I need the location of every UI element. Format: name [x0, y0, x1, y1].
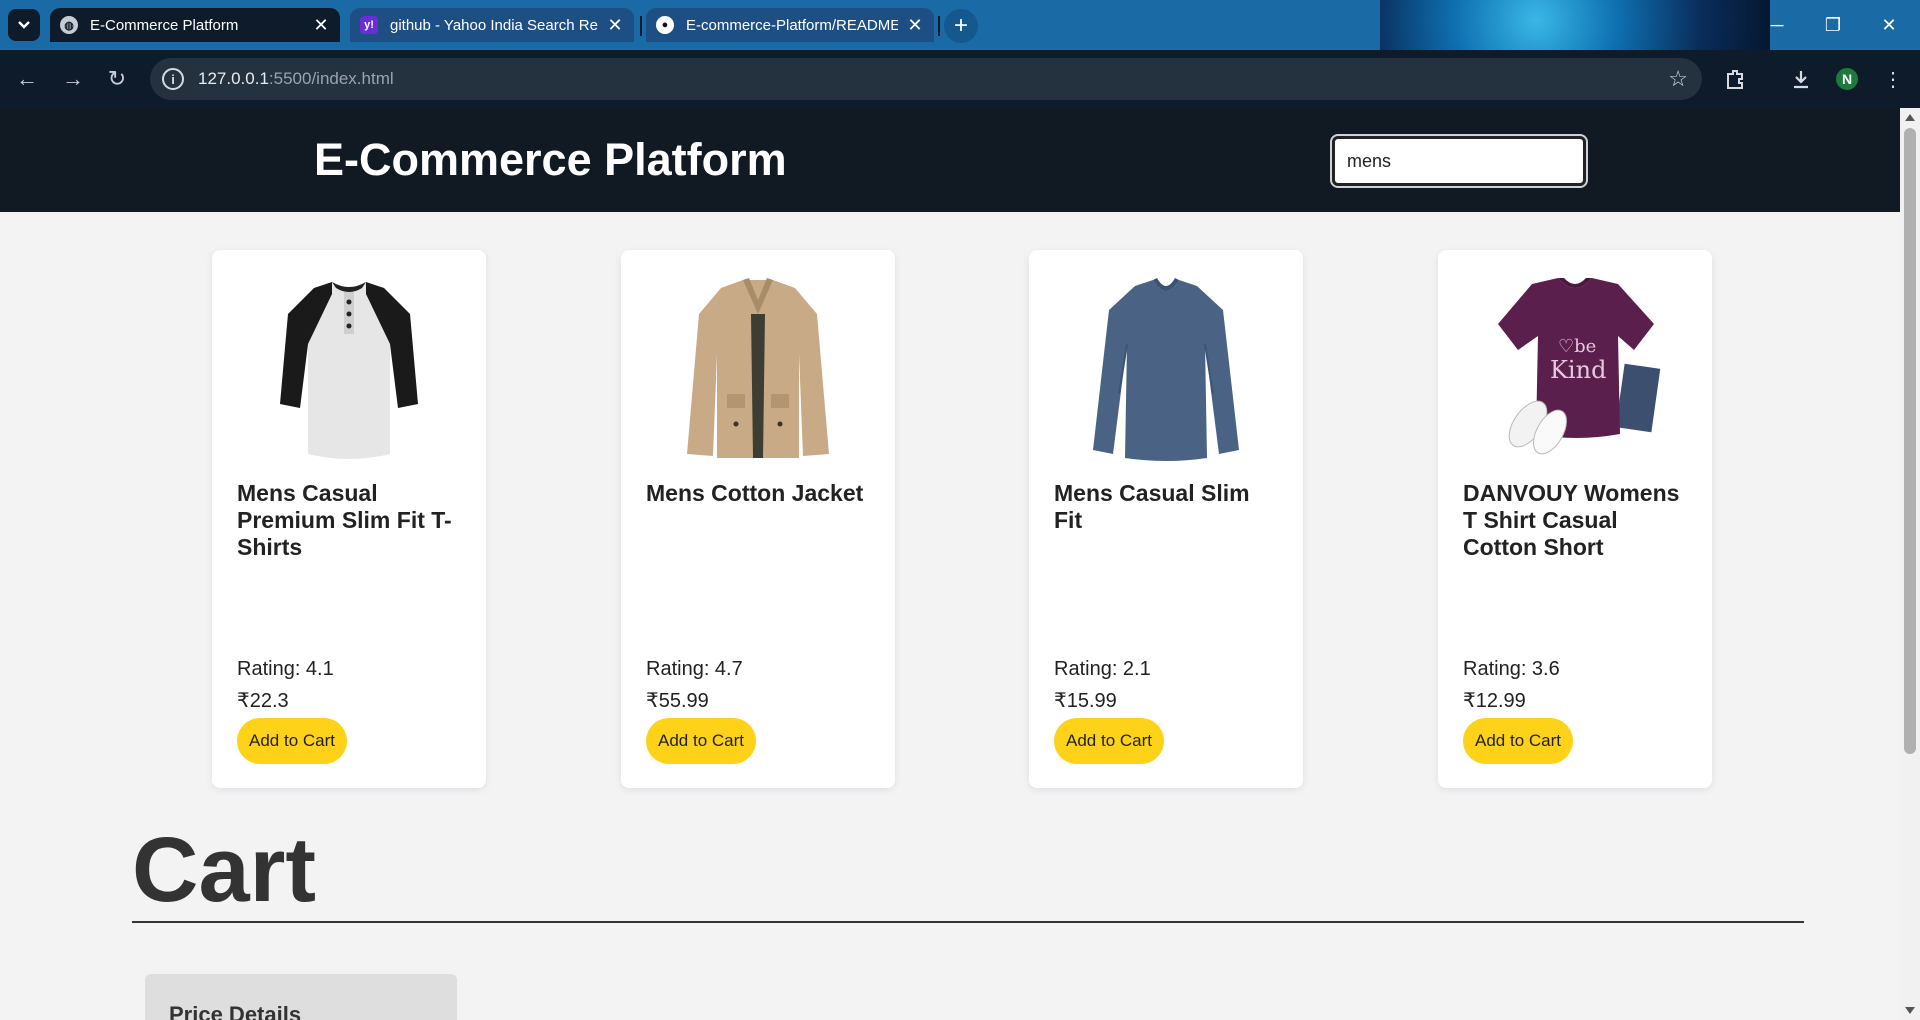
product-price: ₹22.3 [237, 690, 289, 712]
tab-search-button[interactable] [8, 9, 40, 41]
price-details-panel: Price Details [145, 974, 457, 1020]
product-card: ♡be Kind DANVOUY Womens T Shirt Casual C… [1438, 250, 1712, 788]
product-rating: Rating: 2.1 [1054, 658, 1151, 680]
add-to-cart-button[interactable]: Add to Cart [1054, 718, 1164, 764]
product-card: Mens Cotton Jacket Rating: 4.7 ₹55.99 Ad… [621, 250, 895, 788]
add-to-cart-button[interactable]: Add to Cart [646, 718, 756, 764]
cart-heading: Cart [132, 819, 317, 921]
page-viewport: E-Commerce Platform Mens Casual Premium … [0, 108, 1900, 1020]
close-window-icon[interactable]: ✕ [1862, 8, 1916, 42]
tab-separator [938, 16, 940, 36]
site-title: E-Commerce Platform [314, 134, 787, 185]
scrollbar-thumb[interactable] [1904, 128, 1916, 754]
site-info-icon[interactable]: i [162, 68, 184, 90]
download-icon[interactable] [1786, 64, 1816, 94]
scroll-up-arrow-icon[interactable] [1905, 114, 1915, 121]
product-rating: Rating: 4.7 [646, 658, 743, 680]
product-price: ₹55.99 [646, 690, 709, 712]
product-name: Mens Cotton Jacket [646, 480, 864, 506]
product-image-longsleeve-shirt [1093, 278, 1239, 461]
product-name: Mens Casual Premium Slim Fit T-Shirts [237, 480, 452, 560]
reload-icon[interactable]: ↻ [102, 64, 132, 94]
download-arrow-icon [1794, 71, 1808, 89]
browser-tab-bar: ◍ E-Commerce Platform ✕ y! github - Yaho… [0, 0, 1920, 50]
product-rating: Rating: 3.6 [1463, 658, 1560, 680]
cart-divider [132, 921, 1804, 923]
chevron-down-icon [18, 21, 30, 29]
price-details-heading: Price Details [169, 1002, 302, 1020]
theme-background [1380, 0, 1770, 50]
close-tab-icon[interactable]: ✕ [312, 15, 330, 36]
tab-github[interactable]: ● E-commerce-Platform/README ✕ [646, 8, 934, 42]
svg-text:Kind: Kind [1550, 356, 1606, 384]
extensions-icon[interactable] [1720, 64, 1750, 94]
product-image-purple-tshirt: ♡be Kind [1498, 278, 1661, 455]
restore-icon[interactable]: ❐ [1806, 8, 1860, 42]
new-tab-button[interactable]: + [944, 9, 978, 43]
scroll-down-arrow-icon[interactable] [1905, 1007, 1915, 1014]
bookmark-star-icon[interactable]: ☆ [1668, 66, 1688, 92]
browser-toolbar: ← → ↻ i 127.0.0.1:5500/index.html ☆ ⋮ [0, 50, 1920, 108]
profile-avatar[interactable]: N [1834, 66, 1860, 92]
tab-separator [640, 16, 642, 36]
product-price: ₹15.99 [1054, 690, 1117, 712]
globe-icon: ◍ [60, 16, 78, 34]
product-image-raglan-tshirt [280, 282, 418, 459]
menu-kebab-icon[interactable]: ⋮ [1878, 64, 1908, 94]
product-card: Mens Casual Slim Fit Rating: 2.1 ₹15.99 … [1029, 250, 1303, 788]
search-input[interactable] [1330, 134, 1588, 188]
add-to-cart-button[interactable]: Add to Cart [1463, 718, 1573, 764]
product-price: ₹12.99 [1463, 690, 1526, 712]
minimize-icon[interactable]: ─ [1750, 8, 1804, 42]
product-name: Mens Casual Slim Fit [1054, 480, 1250, 533]
tab-yahoo[interactable]: y! github - Yahoo India Search Res ✕ [350, 8, 634, 42]
product-card: Mens Casual Premium Slim Fit T-Shirts Ra… [212, 250, 486, 788]
product-rating: Rating: 4.1 [237, 658, 334, 680]
page-scrollbar[interactable] [1900, 108, 1920, 1020]
forward-icon[interactable]: → [58, 64, 88, 94]
svg-text:♡be: ♡be [1558, 336, 1596, 357]
tab-ecommerce[interactable]: ◍ E-Commerce Platform ✕ [50, 8, 340, 42]
close-tab-icon[interactable]: ✕ [906, 15, 924, 36]
url-text[interactable]: 127.0.0.1:5500/index.html [198, 69, 394, 89]
product-name: DANVOUY Womens T Shirt Casual Cotton Sho… [1463, 480, 1680, 560]
site-header: E-Commerce Platform [0, 108, 1900, 212]
puzzle-icon [1727, 70, 1743, 89]
add-to-cart-button[interactable]: Add to Cart [237, 718, 347, 764]
back-icon[interactable]: ← [12, 64, 42, 94]
github-icon: ● [656, 16, 674, 34]
close-tab-icon[interactable]: ✕ [606, 15, 624, 36]
yahoo-icon: y! [360, 16, 378, 34]
product-image-cotton-jacket [687, 278, 829, 458]
address-bar[interactable]: i 127.0.0.1:5500/index.html ☆ [150, 58, 1702, 100]
